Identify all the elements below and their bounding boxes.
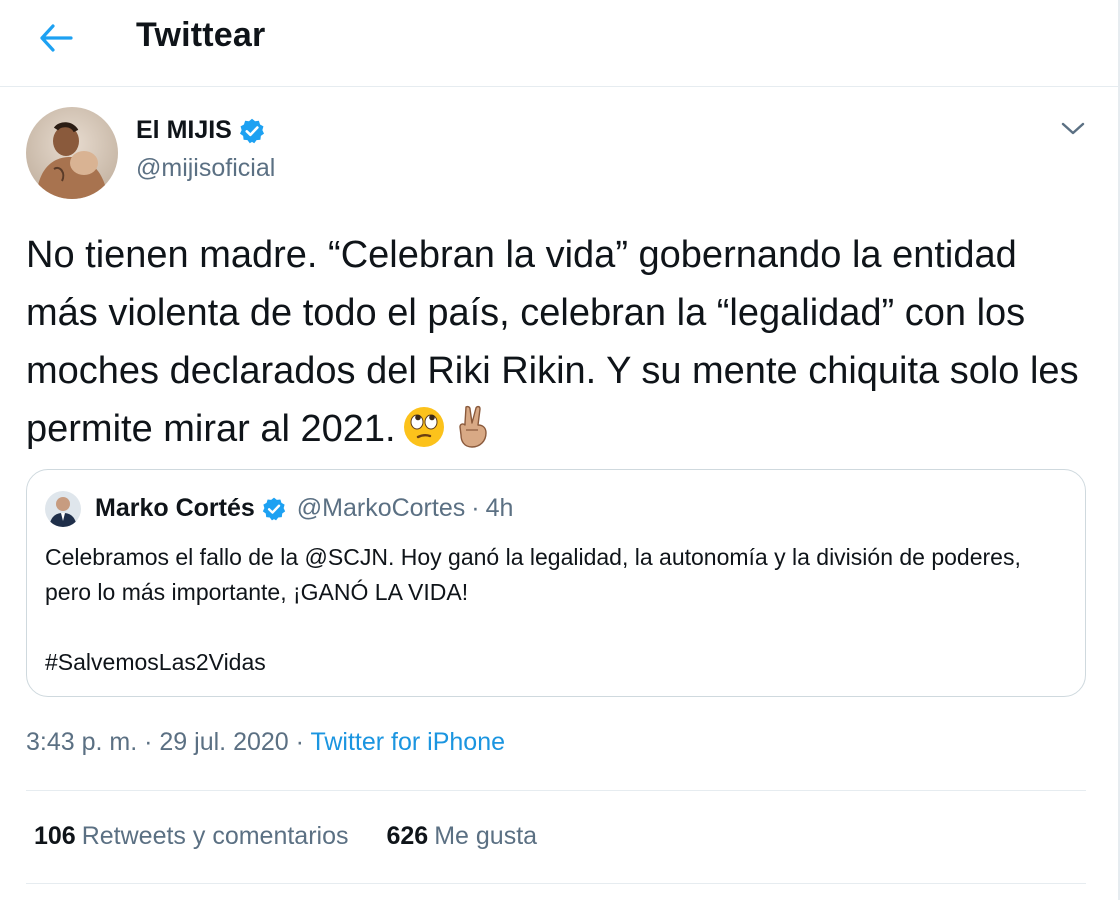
likes-stat[interactable]: 626 Me gusta: [387, 822, 538, 851]
quoted-author-name[interactable]: Marko Cortés: [95, 494, 255, 523]
author-handle[interactable]: @mijisoficial: [136, 154, 275, 183]
quoted-timestamp[interactable]: 4h: [486, 494, 514, 523]
tweet-time[interactable]: 3:43 p. m.: [26, 728, 137, 756]
quoted-tweet-header: Marko Cortés @MarkoCortes · 4h: [95, 494, 513, 523]
quoted-tweet-card[interactable]: Marko Cortés @MarkoCortes · 4h Celebramo…: [26, 469, 1086, 697]
tweet-text: No tienen madre. “Celebran la vida” gobe…: [26, 226, 1096, 466]
more-options-button[interactable]: [1056, 112, 1090, 146]
tweet-stats: 106 Retweets y comentarios 626 Me gusta: [34, 822, 575, 851]
quoted-text-prefix: Celebramos el fallo de la: [45, 544, 305, 570]
page-title: Twittear: [136, 16, 266, 54]
avatar[interactable]: [26, 107, 118, 199]
tweet-detail-page: Twittear El MIJIS @mijisoficial No tiene…: [0, 0, 1120, 900]
page-header: Twittear: [0, 0, 1118, 87]
verified-badge-icon: [262, 497, 285, 520]
arrow-left-icon: [40, 24, 73, 52]
meta-separator: ·: [295, 728, 304, 756]
retweets-label: Retweets y comentarios: [81, 822, 349, 850]
tweet-date[interactable]: 29 jul. 2020: [159, 728, 288, 756]
victory-hand-emoji: [452, 403, 496, 466]
retweets-stat[interactable]: 106 Retweets y comentarios: [34, 822, 349, 851]
divider: [26, 883, 1086, 884]
divider: [26, 790, 1086, 791]
back-button[interactable]: [32, 18, 80, 58]
retweets-count: 106: [34, 822, 76, 850]
author-name[interactable]: El MIJIS: [136, 116, 266, 145]
quoted-mention: @SCJN: [304, 544, 388, 570]
quoted-separator: ·: [471, 494, 480, 522]
chevron-down-icon: [1061, 122, 1085, 135]
likes-count: 626: [386, 822, 429, 850]
tweet-source-link[interactable]: Twitter for iPhone: [310, 728, 505, 756]
verified-badge-icon: [239, 118, 264, 143]
tweet-text-content: No tienen madre. “Celebran la vida” gobe…: [26, 234, 1079, 450]
author-name-text: El MIJIS: [136, 116, 232, 144]
quoted-avatar[interactable]: [45, 491, 81, 527]
likes-label: Me gusta: [434, 822, 538, 850]
quoted-author-handle[interactable]: @MarkoCortes: [297, 494, 465, 523]
face-with-rolling-eyes-emoji: [402, 405, 446, 466]
quoted-hashtag: #SalvemosLas2Vidas: [45, 649, 266, 675]
quoted-tweet-text: Celebramos el fallo de la @SCJN. Hoy gan…: [45, 540, 1065, 680]
tweet-meta: 3:43 p. m. · 29 jul. 2020 · Twitter for …: [26, 728, 505, 757]
meta-separator: ·: [144, 728, 153, 756]
